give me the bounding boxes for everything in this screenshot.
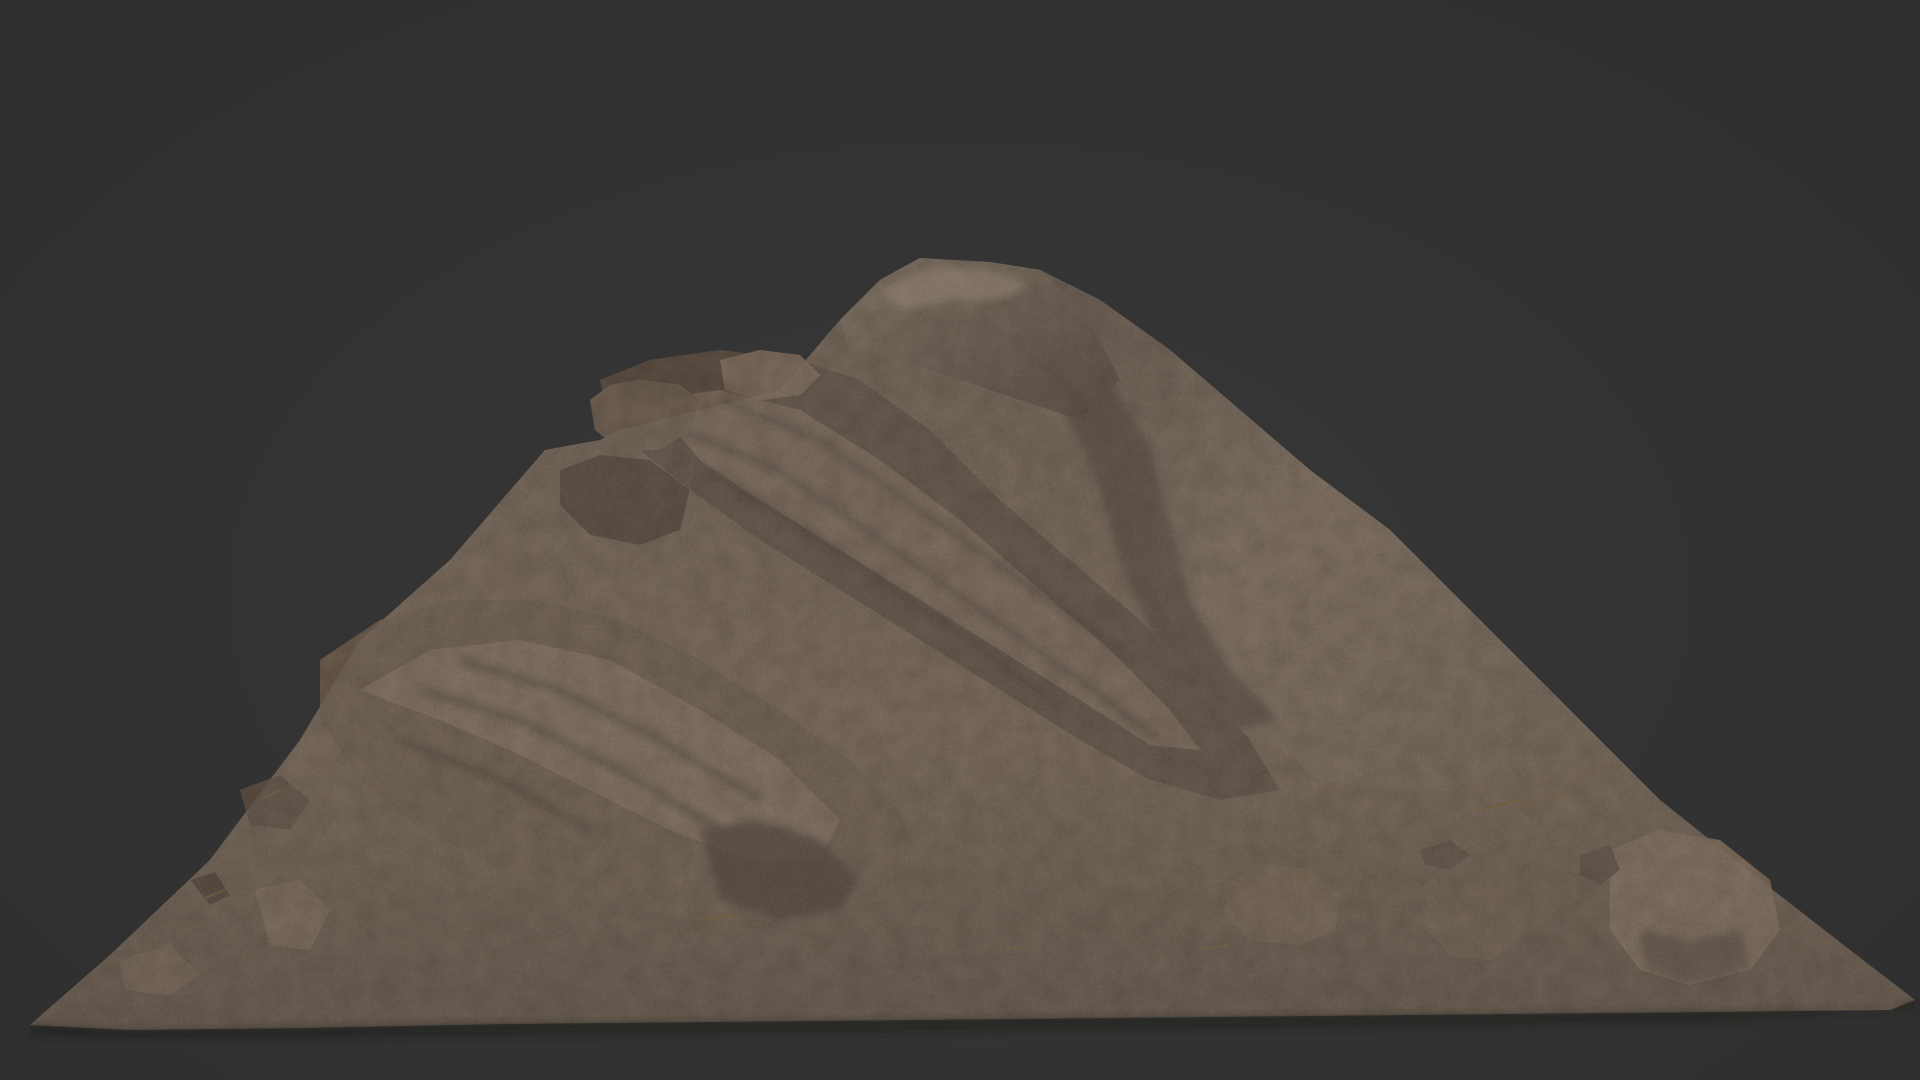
surface-grain [30,258,1915,1030]
3d-viewport[interactable] [0,0,1920,1080]
rock-model [30,258,1915,1040]
